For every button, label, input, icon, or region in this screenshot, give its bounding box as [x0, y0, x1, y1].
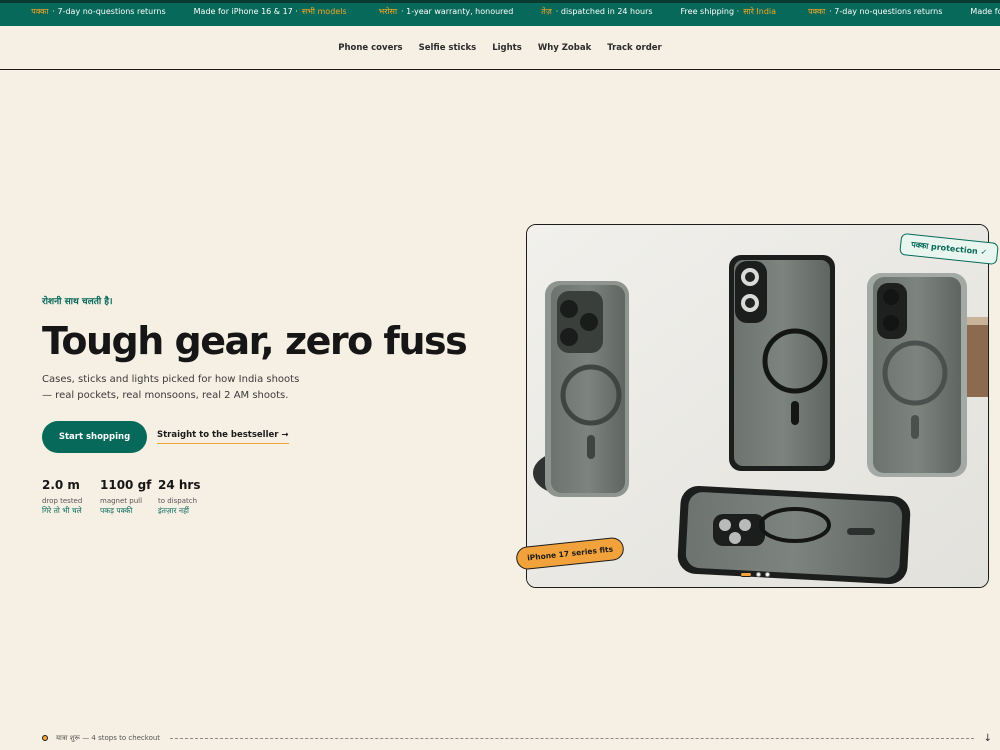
ticker-item: पक्का · 7-day no-questions returns: [31, 6, 165, 17]
bestseller-link[interactable]: Straight to the bestseller →: [157, 430, 289, 444]
headline-highlight: fuss: [381, 319, 485, 363]
ticker-highlight: पक्का: [808, 7, 826, 16]
ticker-item: पक्का · 7-day no-questions returns: [808, 6, 942, 17]
nav-track-order[interactable]: Track order: [607, 43, 662, 53]
stat-label: drop tested: [42, 497, 83, 505]
carousel-dot-3[interactable]: [765, 572, 770, 577]
stat-hindi: इंतज़ार नहीं: [158, 506, 190, 515]
carousel-dots: [740, 572, 774, 577]
phone-case-right: [867, 273, 967, 477]
journey-text: यात्रा शुरू — 4 stops to checkout: [56, 733, 161, 742]
stat-label: magnet pull: [100, 497, 143, 505]
ticker-item: ndia: [0, 7, 3, 16]
ticker-highlight: भरोसा: [378, 7, 398, 16]
ticker-highlight: सभी models: [301, 7, 347, 16]
nav-phone-covers[interactable]: Phone covers: [338, 43, 402, 53]
ticker-text: · dispatched in 24 hours: [555, 7, 653, 16]
hero-stats: 2.0 m drop tested गिरे तो भी चले 1100 gf…: [42, 478, 216, 516]
hero-headline: Tough gear, zero fuss: [42, 318, 485, 364]
ticker-text: · 1-year warranty, honoured: [401, 7, 514, 16]
ticker-highlight: तेज़: [541, 7, 552, 16]
ticker-text: · 7-day no-questions returns: [52, 7, 166, 16]
ticker-track: ndia पक्का· 7-day no-questions returnsMa…: [0, 6, 1000, 17]
stat-label: to dispatch: [158, 497, 198, 505]
ticker-item: Free shipping · सारे India: [681, 6, 781, 17]
main-nav: Phone covers Selfie sticks Lights Why Zo…: [0, 26, 1000, 70]
ticker-highlight: पक्का: [31, 7, 49, 16]
nav-lights[interactable]: Lights: [492, 43, 522, 53]
hero-kicker: रोशनी साथ चलती है।: [42, 297, 113, 307]
ticker-text: Made for iPhone 16 & 17 ·: [970, 7, 1000, 16]
hero-subtitle: Cases, sticks and lights picked for how …: [42, 374, 300, 401]
nav-selfie-sticks[interactable]: Selfie sticks: [419, 43, 477, 53]
stat-value: 24 hrs: [158, 478, 201, 492]
ticker-item: तेज़ · dispatched in 24 hours: [541, 6, 652, 17]
ticker-text: · 7-day no-questions returns: [829, 7, 943, 16]
announcement-ticker: ndia पक्का· 7-day no-questions returnsMa…: [0, 0, 1000, 26]
carousel-dot-1[interactable]: [740, 572, 752, 577]
stat-value: 2.0 m: [42, 478, 80, 492]
ticker-item: भरोसा · 1-year warranty, honoured: [379, 6, 514, 17]
phone-case-left: [545, 281, 629, 497]
stat-magnet: 1100 gf magnet pull पकड़ पक्की: [100, 478, 158, 516]
stat-dispatch: 24 hrs to dispatch इंतज़ार नहीं: [158, 478, 216, 516]
start-shopping-button[interactable]: Start shopping: [42, 421, 147, 453]
journey-line: [170, 737, 974, 739]
stat-hindi: गिरे तो भी चले: [42, 506, 82, 515]
phone-case-lying: [677, 485, 911, 585]
ticker-text: Made for iPhone 16 & 17 ·: [193, 7, 298, 16]
stat-value: 1100 gf: [100, 478, 152, 492]
stat-hindi: पकड़ पक्की: [100, 506, 133, 515]
product-gallery[interactable]: [526, 224, 989, 588]
product-photo: [527, 225, 988, 587]
scroll-down-arrow-icon[interactable]: ↓: [984, 733, 992, 744]
phone-case-center: [729, 255, 835, 471]
checkout-journey: यात्रा शुरू — 4 stops to checkout ↓: [42, 732, 992, 744]
nav-why-zobak[interactable]: Why Zobak: [538, 43, 591, 53]
headline-main: Tough gear, zero: [42, 319, 384, 363]
stat-drop-test: 2.0 m drop tested गिरे तो भी चले: [42, 478, 100, 516]
ticker-text: Free shipping ·: [680, 7, 740, 16]
journey-dot-icon: [42, 735, 48, 741]
ticker-highlight: सारे India: [743, 7, 777, 16]
ticker-item: Made for iPhone 16 & 17 ·सभी models: [970, 6, 1000, 17]
carousel-dot-2[interactable]: [756, 572, 761, 577]
ticker-item: Made for iPhone 16 & 17 ·सभी models: [194, 6, 351, 17]
